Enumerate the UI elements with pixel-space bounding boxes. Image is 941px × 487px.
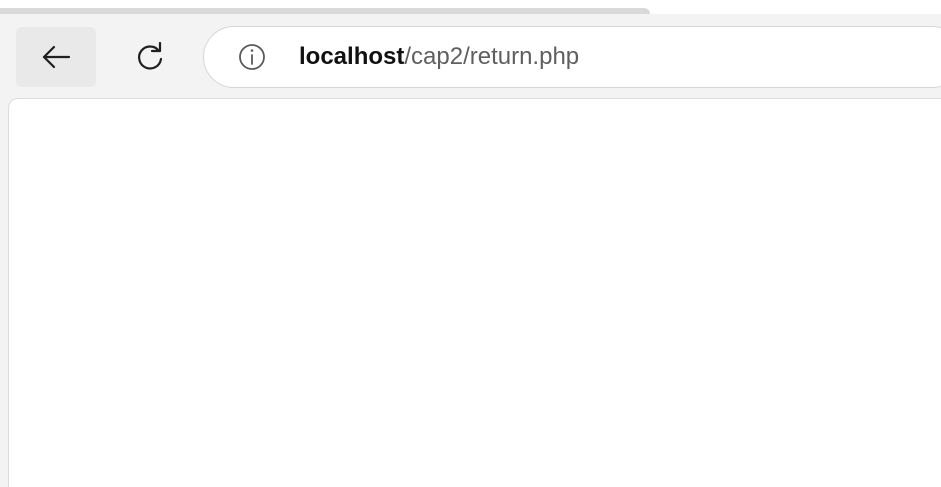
url-text[interactable]: localhost/cap2/return.php — [299, 27, 579, 89]
browser-window: localhost/cap2/return.php — [0, 0, 941, 487]
browser-toolbar: localhost/cap2/return.php — [0, 14, 941, 98]
back-arrow-icon — [42, 45, 71, 69]
page-content-area[interactable] — [8, 98, 941, 487]
tab-strip — [0, 0, 941, 14]
url-path: /cap2/return.php — [404, 43, 580, 70]
address-bar[interactable]: localhost/cap2/return.php — [203, 26, 941, 88]
reload-icon — [138, 41, 163, 70]
reload-button[interactable] — [110, 27, 190, 87]
back-button[interactable] — [16, 27, 96, 87]
url-host: localhost — [299, 43, 405, 70]
info-icon[interactable] — [236, 41, 268, 73]
